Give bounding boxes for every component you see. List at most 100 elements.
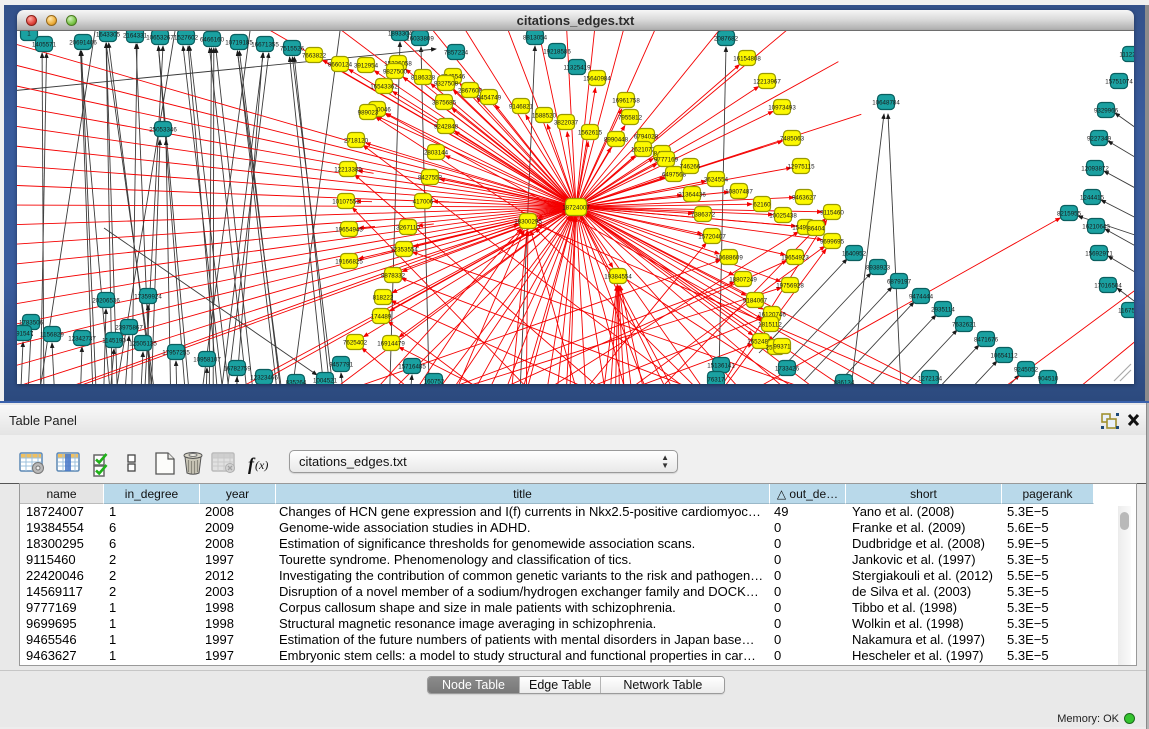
svg-text:7632621: 7632621 xyxy=(952,322,977,329)
svg-text:19218586: 19218586 xyxy=(543,49,571,56)
svg-text:11325419: 11325419 xyxy=(563,65,591,72)
svg-text:18300295: 18300295 xyxy=(514,219,542,226)
svg-text:1112287: 1112287 xyxy=(1119,52,1134,59)
svg-text:10958107: 10958107 xyxy=(193,357,221,364)
svg-text:7857224: 7857224 xyxy=(444,50,469,57)
svg-text:8813054: 8813054 xyxy=(523,35,548,42)
svg-text:7515526: 7515526 xyxy=(280,46,305,53)
svg-text:1156829: 1156829 xyxy=(40,332,64,339)
svg-text:2935114: 2935114 xyxy=(931,307,955,314)
svg-text:3267110: 3267110 xyxy=(396,225,420,232)
svg-text:8454749: 8454749 xyxy=(477,95,502,102)
svg-text:16210643: 16210643 xyxy=(1082,224,1110,231)
svg-text:19384554: 19384554 xyxy=(604,274,632,281)
svg-text:7955812: 7955812 xyxy=(618,115,643,122)
svg-text:2087682: 2087682 xyxy=(714,36,739,43)
svg-text:1167539: 1167539 xyxy=(1118,308,1134,315)
svg-text:1527602: 1527602 xyxy=(174,35,199,42)
svg-text:9463627: 9463627 xyxy=(792,195,817,202)
svg-text:989023: 989023 xyxy=(358,110,379,117)
svg-text:2803144: 2803144 xyxy=(424,150,449,157)
svg-text:8938923: 8938923 xyxy=(866,265,891,272)
svg-text:1145190: 1145190 xyxy=(102,338,126,345)
svg-text:2867608: 2867608 xyxy=(458,88,483,95)
svg-text:8660124: 8660124 xyxy=(328,62,353,69)
svg-text:(x): (x) xyxy=(255,458,268,472)
svg-text:818222: 818222 xyxy=(373,295,394,302)
svg-text:904510: 904510 xyxy=(1038,376,1059,383)
svg-text:1621072: 1621072 xyxy=(631,147,656,154)
svg-text:19654923: 19654923 xyxy=(781,255,809,262)
svg-text:12213389: 12213389 xyxy=(334,167,362,174)
svg-text:9474444: 9474444 xyxy=(909,294,934,301)
svg-text:16914479: 16914479 xyxy=(377,341,405,348)
svg-text:10973493: 10973493 xyxy=(768,105,796,112)
svg-text:2718120: 2718120 xyxy=(344,138,369,145)
svg-text:8471676: 8471676 xyxy=(974,337,999,344)
svg-text:15720407: 15720407 xyxy=(698,234,726,241)
svg-text:25053346: 25053346 xyxy=(149,127,177,134)
svg-text:3822037: 3822037 xyxy=(554,120,579,127)
svg-text:20691406: 20691406 xyxy=(69,40,97,47)
svg-text:7625402: 7625402 xyxy=(343,340,368,347)
svg-text:835264: 835264 xyxy=(286,380,307,385)
svg-text:9827500: 9827500 xyxy=(383,69,408,76)
svg-text:16961758: 16961758 xyxy=(612,98,640,105)
svg-text:16671355: 16671355 xyxy=(251,42,279,49)
svg-text:12213967: 12213967 xyxy=(753,79,781,86)
svg-text:1272134: 1272134 xyxy=(918,376,943,383)
svg-text:10653267: 10653267 xyxy=(146,35,174,42)
svg-text:10654112: 10654112 xyxy=(990,353,1018,360)
svg-text:1643305: 1643305 xyxy=(96,32,121,39)
svg-text:1405571: 1405571 xyxy=(32,42,57,49)
svg-text:23975867: 23975867 xyxy=(115,325,143,332)
svg-text:18807249: 18807249 xyxy=(729,277,757,284)
svg-text:9184067: 9184067 xyxy=(743,298,768,305)
svg-text:8215955: 8215955 xyxy=(1057,211,1082,218)
svg-text:12093872: 12093872 xyxy=(1081,166,1109,173)
svg-text:2164331: 2164331 xyxy=(123,33,148,40)
svg-text:1004521: 1004521 xyxy=(313,378,338,385)
svg-text:12323466: 12323466 xyxy=(250,375,278,382)
svg-text:8427552: 8427552 xyxy=(418,175,443,182)
svg-text:9327508: 9327508 xyxy=(434,81,459,88)
svg-text:18724007: 18724007 xyxy=(562,205,590,212)
svg-text:9329966: 9329966 xyxy=(1094,108,1119,115)
svg-text:1562615: 1562615 xyxy=(578,130,603,137)
svg-text:8990448: 8990448 xyxy=(604,137,629,144)
svg-text:12353554: 12353554 xyxy=(390,247,418,254)
svg-text:15692971: 15692971 xyxy=(1085,251,1113,258)
svg-text:12975115: 12975115 xyxy=(787,164,815,171)
svg-text:9146821: 9146821 xyxy=(509,104,534,111)
svg-text:10107552: 10107552 xyxy=(332,199,360,206)
svg-text:20206536: 20206536 xyxy=(92,298,120,305)
svg-text:76317: 76317 xyxy=(707,377,725,384)
svg-text:15136141: 15136141 xyxy=(707,363,735,370)
svg-text:3912954: 3912954 xyxy=(354,63,379,70)
svg-text:160752: 160752 xyxy=(424,379,445,385)
svg-text:16154808: 16154808 xyxy=(733,56,761,63)
svg-text:15751074: 15751074 xyxy=(1105,79,1133,86)
svg-text:62160: 62160 xyxy=(753,202,771,209)
svg-text:9245052: 9245052 xyxy=(1014,367,1039,374)
svg-text:10807487: 10807487 xyxy=(725,189,753,196)
svg-text:391547: 391547 xyxy=(17,331,34,338)
svg-text:15640984: 15640984 xyxy=(583,76,611,83)
svg-text:174489: 174489 xyxy=(371,314,392,321)
svg-text:417006: 417006 xyxy=(413,199,434,206)
svg-text:9242848: 9242848 xyxy=(434,124,459,131)
svg-text:8186328: 8186328 xyxy=(411,75,436,82)
svg-text:7485063: 7485063 xyxy=(780,136,805,143)
svg-text:12505135: 12505135 xyxy=(129,341,157,348)
svg-text:3624554: 3624554 xyxy=(704,177,729,184)
svg-text:10719185: 10719185 xyxy=(225,40,253,47)
svg-text:15716485: 15716485 xyxy=(398,364,426,371)
svg-text:7663822: 7663822 xyxy=(302,53,327,60)
svg-text:1244415: 1244415 xyxy=(1080,195,1105,202)
svg-text:8878332: 8878332 xyxy=(381,273,406,280)
svg-text:10025438: 10025438 xyxy=(769,213,797,220)
svg-text:10688609: 10688609 xyxy=(715,255,743,262)
svg-text:1733426: 1733426 xyxy=(775,366,800,373)
svg-text:9699695: 9699695 xyxy=(820,239,845,246)
svg-text:1: 1 xyxy=(27,31,31,38)
